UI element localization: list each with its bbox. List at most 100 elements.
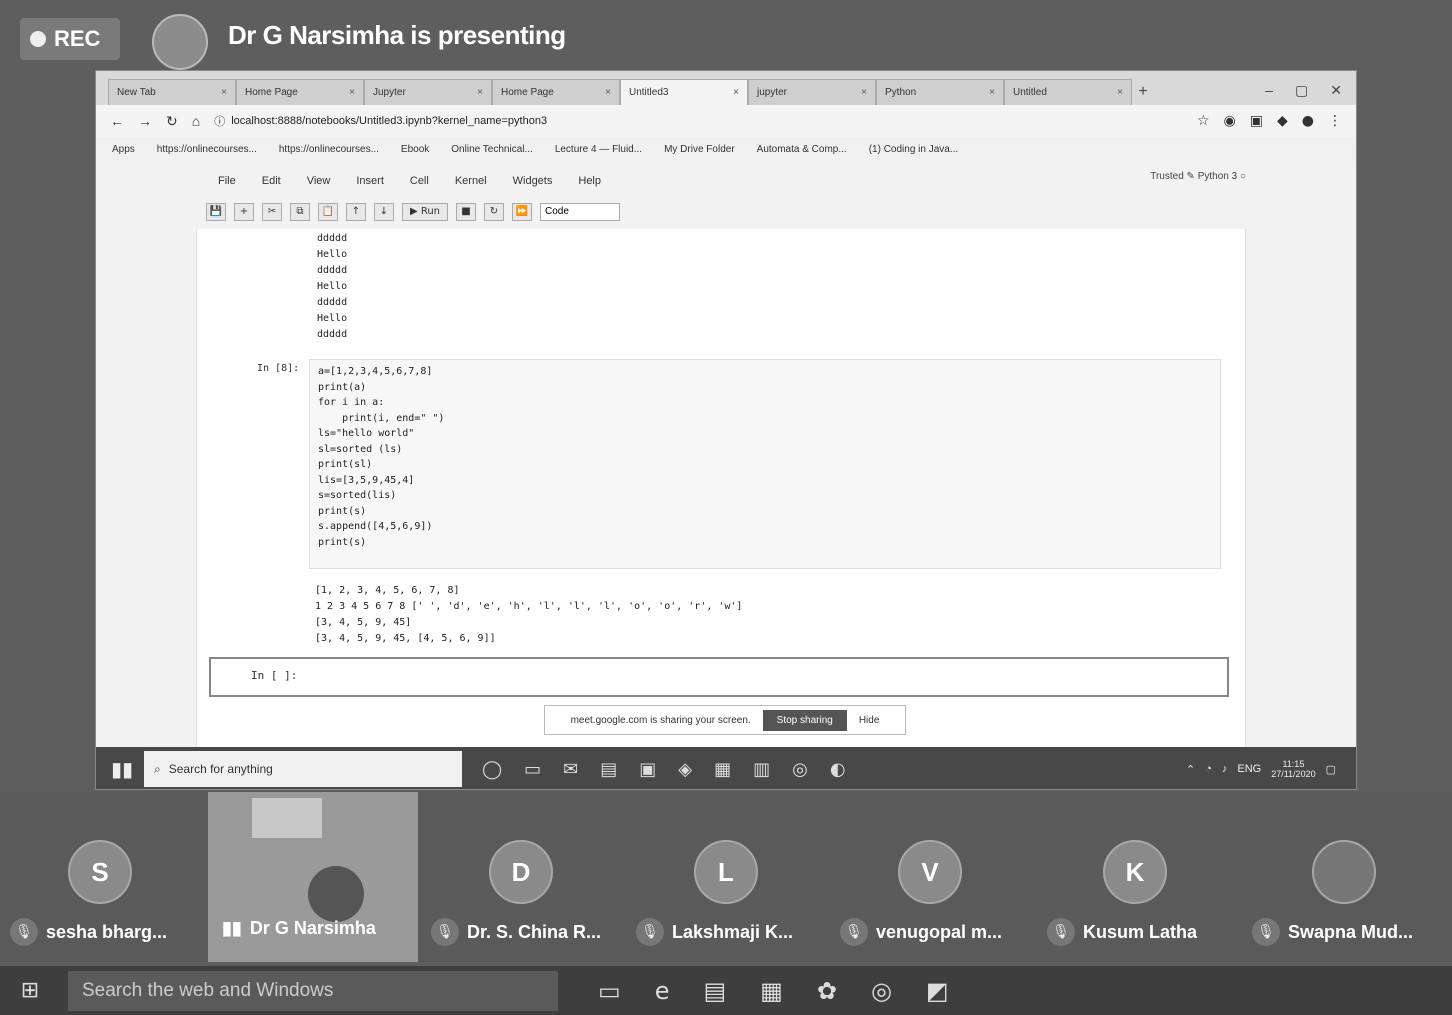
app-icon[interactable]: ▣ [639,759,656,780]
home-icon[interactable]: ⌂ [192,113,200,129]
participant-tile[interactable]: D 🎙 Dr. S. China R... [425,792,625,962]
new-tab-button[interactable]: + [1132,79,1154,105]
copy-icon[interactable]: ⧉ [290,203,310,221]
stop-icon[interactable]: ■ [456,203,476,221]
maximize-icon[interactable]: ▢ [1295,82,1308,99]
close-icon[interactable]: × [861,87,867,98]
move-down-icon[interactable]: ↓ [374,203,394,221]
notification-icon[interactable]: ▢ [1326,763,1336,776]
participant-tile[interactable]: L 🎙 Lakshmaji K... [630,792,835,962]
star-icon[interactable]: ☆ [1197,113,1210,129]
task-view-icon[interactable]: ▭ [598,977,621,1005]
bookmark-item[interactable]: https://onlinecourses... [157,144,257,155]
app-icon[interactable]: ▥ [753,759,770,780]
close-window-icon[interactable]: ✕ [1330,82,1342,99]
app-icon[interactable]: ▤ [600,759,617,780]
participant-tile[interactable]: S 🎙 sesha bharg... [0,792,200,962]
windows-start-icon[interactable]: ⊞ [10,971,50,1011]
profile-icon[interactable]: ● [1302,113,1314,129]
extension-icon[interactable]: ◉ [1224,113,1236,129]
menu-kernel[interactable]: Kernel [455,175,487,187]
browser-tab[interactable]: jupyter × [748,79,876,105]
fast-forward-icon[interactable]: ⏩ [512,203,532,221]
bookmark-item[interactable]: Lecture 4 — Fluid... [555,144,642,155]
mail-icon[interactable]: ✉ [563,759,578,780]
browser-tab[interactable]: Jupyter × [364,79,492,105]
close-icon[interactable]: × [605,87,611,98]
browser-tab[interactable]: Home Page × [492,79,620,105]
chrome-icon[interactable]: ◎ [871,977,892,1005]
extension-icon[interactable]: ◆ [1277,113,1288,129]
forward-icon[interactable]: → [138,113,152,129]
app-icon[interactable]: ✿ [817,977,837,1005]
run-button[interactable]: ▶ Run [402,203,448,221]
insert-cell-icon[interactable]: + [234,203,254,221]
store-icon[interactable]: ▦ [714,759,731,780]
volume-icon[interactable]: ♪ [1222,763,1228,775]
extension-icon[interactable]: ▣ [1250,113,1263,129]
app-icon[interactable]: ◩ [926,977,949,1005]
menu-kebab-icon[interactable]: ⋮ [1328,113,1342,129]
close-icon[interactable]: × [1117,87,1123,98]
restart-icon[interactable]: ↻ [484,203,504,221]
close-icon[interactable]: × [349,87,355,98]
stop-sharing-button[interactable]: Stop sharing [762,709,847,731]
bookmark-item[interactable]: Online Technical... [451,144,533,155]
close-icon[interactable]: × [477,87,483,98]
save-icon[interactable]: 💾 [206,203,226,221]
browser-tab-active[interactable]: Untitled3 × [620,79,748,105]
os-search-box[interactable]: Search the web and Windows [68,970,558,1011]
browser-tab[interactable]: Python × [876,79,1004,105]
clock[interactable]: 11:15 27/11/2020 [1271,759,1315,779]
participant-tile[interactable]: 🎙 Swapna Mud... [1250,792,1450,962]
browser-tab[interactable]: Home Page × [236,79,364,105]
folder-icon[interactable]: ▤ [703,977,726,1005]
store-icon[interactable]: ▦ [760,977,783,1005]
presenter-video-tile[interactable]: ▮▮ Dr G Narsimha [208,792,418,962]
kernel-indicator[interactable]: Trusted ✎ Python 3 ○ [1150,171,1246,182]
edge-icon[interactable]: e [655,977,670,1005]
bookmark-item[interactable]: Apps [112,144,135,155]
url-field[interactable]: ⓘ localhost:8888/notebooks/Untitled3.ipy… [214,111,774,131]
app-icon[interactable]: ◈ [678,759,692,780]
windows-start-icon[interactable]: ▮▮ [104,751,140,787]
bookmark-item[interactable]: (1) Coding in Java... [869,144,959,155]
network-icon[interactable]: ◔ [1205,763,1212,775]
minimize-icon[interactable]: – [1265,82,1273,99]
close-icon[interactable]: × [989,87,995,98]
hide-button[interactable]: Hide [859,715,880,726]
chrome-icon[interactable]: ◎ [792,759,808,780]
app-icon[interactable]: ▭ [524,759,541,780]
bookmark-item[interactable]: https://onlinecourses... [279,144,379,155]
cut-icon[interactable]: ✂ [262,203,282,221]
bookmark-item[interactable]: Ebook [401,144,429,155]
menu-widgets[interactable]: Widgets [513,175,553,187]
menu-edit[interactable]: Edit [262,175,281,187]
task-view-icon[interactable]: ◯ [482,759,502,780]
bookmark-item[interactable]: My Drive Folder [664,144,735,155]
close-icon[interactable]: × [733,87,739,98]
menu-view[interactable]: View [307,175,331,187]
cell-type-select[interactable]: Code [540,203,620,221]
chevron-up-icon[interactable]: ⌃ [1186,763,1195,776]
language-indicator[interactable]: ENG [1237,763,1261,775]
menu-file[interactable]: File [218,175,236,187]
code-editor[interactable]: a=[1,2,3,4,5,6,7,8] print(a) for i in a: p… [318,364,444,550]
reload-icon[interactable]: ↻ [166,113,178,130]
empty-code-cell[interactable]: In [ ]: [209,657,1229,697]
back-icon[interactable]: ← [110,113,124,129]
code-cell[interactable]: a=[1,2,3,4,5,6,7,8] print(a) for i in a: p… [309,359,1221,569]
shared-search-box[interactable]: ⌕ Search for anything [144,751,462,787]
menu-cell[interactable]: Cell [410,175,429,187]
app-icon[interactable]: ◐ [830,759,846,780]
participant-tile[interactable]: V 🎙 venugopal m... [838,792,1043,962]
menu-insert[interactable]: Insert [356,175,384,187]
bookmark-item[interactable]: Automata & Comp... [757,144,847,155]
menu-help[interactable]: Help [578,175,601,187]
participant-tile[interactable]: K 🎙 Kusum Latha [1045,792,1245,962]
browser-tab[interactable]: Untitled × [1004,79,1132,105]
browser-tab[interactable]: New Tab × [108,79,236,105]
paste-icon[interactable]: 📋 [318,203,338,221]
close-icon[interactable]: × [221,87,227,98]
move-up-icon[interactable]: ↑ [346,203,366,221]
